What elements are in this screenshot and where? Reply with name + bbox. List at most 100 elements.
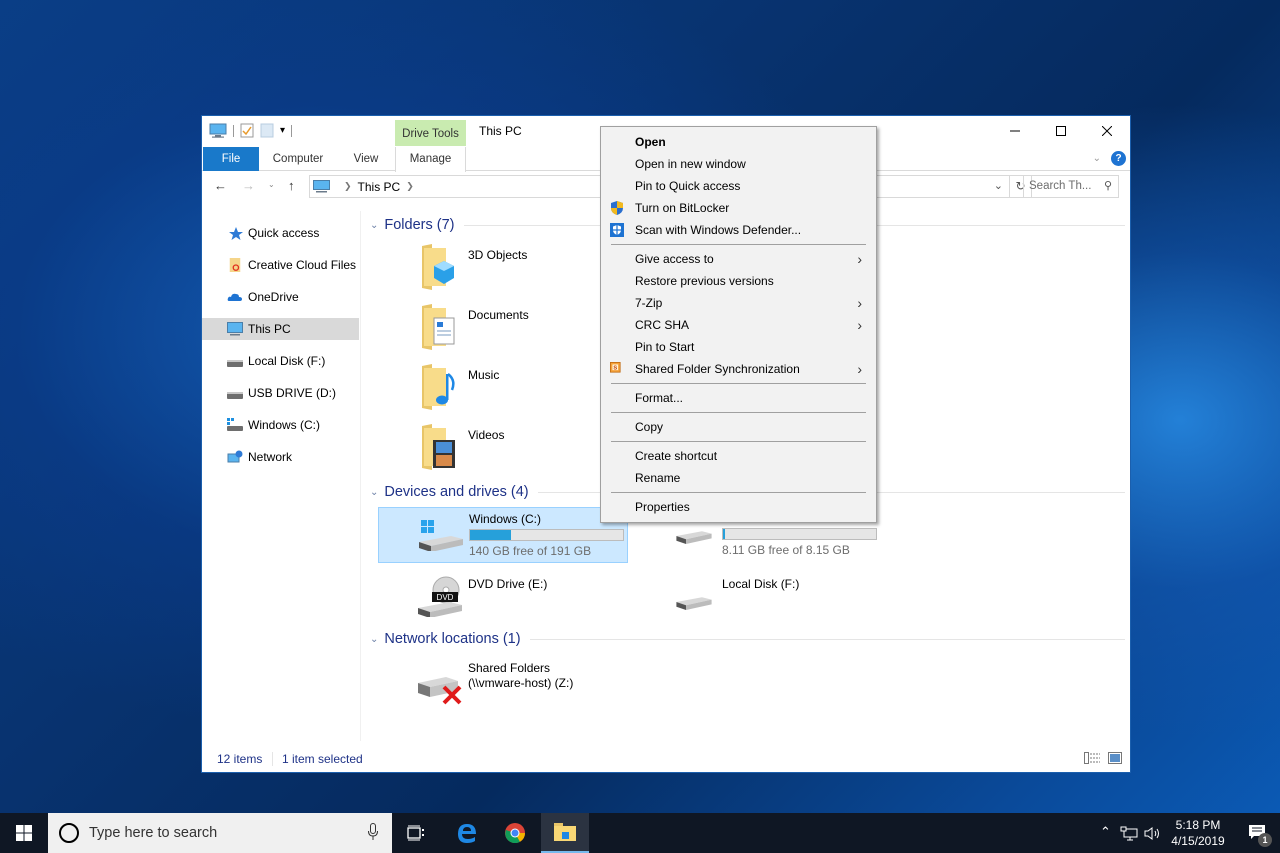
computer-icon (313, 180, 330, 193)
folder-documents[interactable]: Documents (420, 304, 600, 360)
menu-item-crc-sha[interactable]: CRC SHA › (603, 314, 874, 336)
menu-item-create-shortcut[interactable]: Create shortcut (603, 445, 874, 467)
clock-time: 5:18 PM (1175, 818, 1221, 832)
up-button[interactable]: ↑ (288, 178, 295, 193)
menu-separator (611, 383, 866, 384)
tab-file[interactable]: File (203, 147, 259, 171)
group-divider (529, 638, 1125, 640)
tab-computer[interactable]: Computer (264, 147, 332, 171)
drive-free-space: 8.11 GB free of 8.15 GB (722, 543, 850, 557)
sidebar-item-label: OneDrive (248, 290, 299, 304)
network-group-header[interactable]: ⌄ Network locations (1) (370, 631, 1125, 647)
taskbar-search-box[interactable]: Type here to search (48, 813, 392, 853)
usb-drive-icon (227, 392, 243, 399)
menu-item-scan-with-windows-defender[interactable]: Scan with Windows Defender... (603, 219, 874, 241)
drive-windows-c[interactable]: Windows (C:) 140 GB free of 191 GB (378, 507, 628, 563)
sidebar-item-quick-access[interactable]: Quick access (202, 222, 359, 244)
details-view-icon[interactable] (1084, 752, 1100, 764)
action-center-button[interactable]: 1 (1236, 813, 1280, 853)
tab-view[interactable]: View (342, 147, 390, 171)
drive-usage-fill (470, 530, 512, 540)
breadcrumb-this-pc[interactable]: This PC (358, 180, 401, 194)
item-count: 12 items (217, 752, 263, 766)
search-input[interactable]: Search Th... ⚲ (1023, 175, 1119, 198)
collapse-chevron-icon[interactable]: ⌄ (370, 634, 378, 645)
microphone-icon[interactable] (368, 823, 378, 841)
menu-item-pin-to-start[interactable]: Pin to Start (603, 336, 874, 358)
search-placeholder: Type here to search (89, 825, 218, 841)
edge-taskbar-button[interactable] (443, 813, 491, 853)
customize-qat-icon[interactable]: ▾ (280, 125, 285, 136)
sidebar-item-windows-c[interactable]: Windows (C:) (202, 414, 359, 436)
menu-item-copy[interactable]: Copy (603, 416, 874, 438)
show-hidden-icons-chevron[interactable]: ⌃ (1100, 824, 1111, 840)
back-button[interactable]: ← (214, 178, 227, 193)
menu-item-pin-to-quick-access[interactable]: Pin to Quick access (603, 175, 874, 197)
svg-text:S: S (613, 366, 617, 372)
address-dropdown-icon[interactable]: ⌄ (994, 179, 1003, 192)
sidebar-item-label: Quick access (248, 226, 320, 240)
sidebar-item-network[interactable]: Network (202, 446, 359, 468)
network-status-icon[interactable] (1120, 826, 1138, 841)
breadcrumb-chevron-icon[interactable]: ❯ (406, 181, 414, 192)
chrome-taskbar-button[interactable] (491, 813, 539, 853)
help-icon[interactable]: ? (1111, 151, 1126, 166)
forward-button[interactable]: → (242, 178, 255, 193)
menu-item-format[interactable]: Format... (603, 387, 874, 409)
folder-name: Videos (468, 428, 505, 442)
sidebar-item-onedrive[interactable]: OneDrive (202, 286, 359, 308)
task-view-button[interactable] (392, 813, 440, 853)
menu-item-give-access-to[interactable]: Give access to › (603, 248, 874, 270)
windows-defender-icon (610, 223, 624, 237)
tab-manage[interactable]: Manage (395, 147, 466, 172)
file-explorer-taskbar-button[interactable] (541, 813, 589, 853)
new-folder-icon[interactable] (260, 123, 274, 138)
menu-item-rename[interactable]: Rename (603, 467, 874, 489)
menu-item-turn-on-bitlocker[interactable]: Turn on BitLocker (603, 197, 874, 219)
sidebar-item-usb-drive-d[interactable]: USB DRIVE (D:) (202, 382, 359, 404)
drive-local-disk-f[interactable]: Local Disk (F:) (632, 573, 882, 629)
sidebar-item-this-pc[interactable]: This PC (202, 318, 359, 340)
recent-locations-button[interactable]: ⌄ (268, 180, 275, 189)
star-icon (229, 227, 243, 240)
selection-count: 1 item selected (282, 752, 363, 766)
folder-name: Music (468, 368, 500, 382)
start-button[interactable] (0, 813, 48, 853)
folder-3d-objects[interactable]: 3D Objects (420, 244, 600, 300)
properties-icon[interactable] (240, 123, 254, 138)
menu-item-7-zip[interactable]: 7-Zip › (603, 292, 874, 314)
menu-item-restore-previous-versions[interactable]: Restore previous versions (603, 270, 874, 292)
quick-access-toolbar: ▾ (209, 123, 293, 138)
sidebar-item-local-disk-f[interactable]: Local Disk (F:) (202, 350, 359, 372)
collapse-chevron-icon[interactable]: ⌄ (370, 487, 378, 498)
menu-item-properties[interactable]: Properties (603, 496, 874, 518)
expand-ribbon-icon[interactable]: ⌄ (1093, 153, 1101, 164)
collapse-chevron-icon[interactable]: ⌄ (370, 220, 378, 231)
volume-icon[interactable] (1144, 826, 1162, 841)
minimize-button[interactable] (992, 116, 1038, 145)
network-drive-shared-folders[interactable]: Shared Folders (\\vmware-host) (Z:) (378, 657, 628, 713)
context-menu: Open Open in new window Pin to Quick acc… (600, 126, 877, 523)
menu-item-open[interactable]: Open (603, 131, 874, 153)
menu-separator (611, 492, 866, 493)
maximize-button[interactable] (1038, 116, 1084, 145)
large-icons-view-icon[interactable] (1108, 752, 1122, 764)
drive-dvd-e[interactable]: DVD DVD Drive (E:) (378, 573, 628, 629)
close-button[interactable] (1084, 116, 1130, 145)
sidebar-item-label: USB DRIVE (D:) (248, 386, 337, 400)
folder-videos[interactable]: Videos (420, 424, 600, 480)
qat-separator (233, 124, 234, 137)
qat-separator (291, 124, 293, 137)
breadcrumb-chevron-icon[interactable]: ❯ (344, 181, 352, 192)
clock[interactable]: 5:18 PM 4/15/2019 (1163, 817, 1233, 849)
submenu-arrow-icon: › (857, 317, 862, 333)
creative-cloud-folder-icon (229, 258, 241, 272)
folder-music[interactable]: Music (420, 364, 600, 420)
menu-item-open-in-new-window[interactable]: Open in new window (603, 153, 874, 175)
menu-separator (611, 441, 866, 442)
videos-folder-icon (422, 424, 455, 470)
menu-item-shared-folder-synchronization[interactable]: S Shared Folder Synchronization › (603, 358, 874, 380)
network-drive-name: Shared Folders (468, 661, 551, 675)
sidebar-item-creative-cloud-files[interactable]: Creative Cloud Files (202, 254, 359, 276)
status-bar: 12 items 1 item selected (202, 746, 1130, 772)
